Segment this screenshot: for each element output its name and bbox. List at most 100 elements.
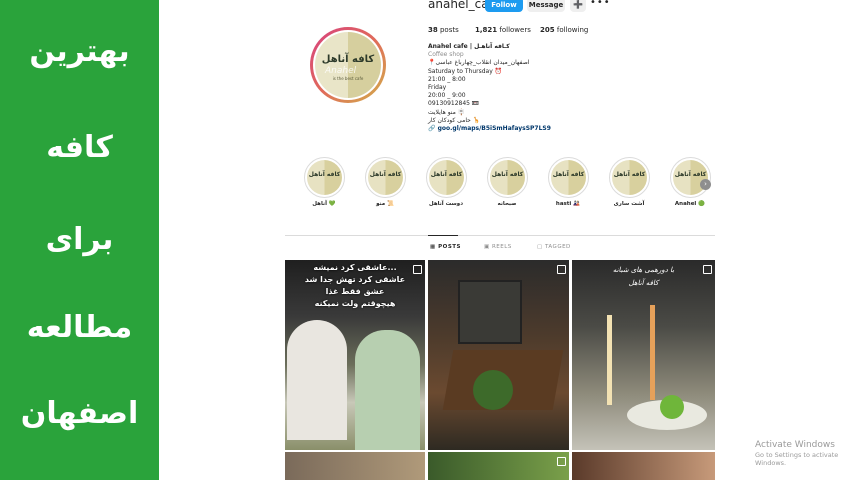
post-tile[interactable]	[285, 452, 425, 480]
follow-button[interactable]: Follow	[485, 0, 523, 12]
following-stat[interactable]: 205 following	[540, 26, 588, 34]
highlight-label: آناهل 💚	[312, 201, 336, 207]
highlight-thumb-text: کافه آناهل	[369, 171, 402, 178]
profile-bio: Anahel cafe | کـافه آناهـل Coffee shop 📍…	[428, 43, 648, 133]
avatar-logo-text: کافه آناهل	[321, 54, 375, 65]
caption-line: هیچوقتم ولت نمیکنه	[314, 299, 396, 308]
post-caption: با دورهمی های شبانه کافه آناهل	[572, 264, 715, 290]
followers-count: 1,821	[475, 26, 498, 34]
highlight-thumb: کافه آناهل	[307, 160, 342, 195]
title-word-3: برای	[45, 222, 114, 257]
post-tile[interactable]	[428, 260, 569, 450]
highlight-thumb-text: کافه آناهل	[491, 171, 524, 178]
post-apple-shape	[660, 395, 684, 419]
post-candle-shape	[650, 305, 655, 400]
highlights-next-icon[interactable]: ›	[700, 179, 711, 190]
highlight-item[interactable]: کافه آناهل	[609, 157, 650, 198]
bio-link[interactable]: 🔗 goo.gl/maps/B5iSmHafaysSP7LS9	[428, 125, 648, 133]
post-tile[interactable]	[572, 452, 715, 480]
highlight-item[interactable]: کافه آناهل	[548, 157, 589, 198]
avatar-image: کافه آناهل Anahel is the best cafe	[315, 32, 381, 98]
highlight-thumb-text: کافه آناهل	[552, 171, 585, 178]
post-figure	[287, 320, 347, 440]
bio-link-text: goo.gl/maps/B5iSmHafaysSP7LS9	[437, 125, 551, 133]
highlight-label: آشت ساری	[613, 201, 645, 207]
tab-reels[interactable]: ▣ REELS	[484, 244, 512, 250]
highlight-thumb: کافه آناهل	[551, 160, 586, 195]
bio-line: Friday	[428, 84, 447, 92]
activation-title: Activate Windows	[755, 440, 835, 450]
highlight-label: صبحانه	[497, 201, 517, 207]
post-caption: ...عاشقی کرد نمیشه عاشقی کرد تهش جدا شد …	[285, 262, 425, 310]
posts-stat[interactable]: 38 posts	[428, 26, 459, 34]
reel-icon	[557, 457, 566, 466]
title-word-2: کافه	[46, 130, 113, 165]
caption-line: کافه آناهل	[628, 279, 659, 287]
avatar-ring: کافه آناهل Anahel is the best cafe	[313, 30, 383, 100]
highlight-item[interactable]: کافه آناهل	[670, 157, 711, 198]
followers-label: followers	[499, 26, 531, 34]
caption-line: با دورهمی های شبانه	[612, 266, 675, 274]
add-user-button[interactable]: ➕	[570, 0, 586, 12]
tabs-divider	[285, 235, 715, 236]
post-shelf-shape	[458, 280, 522, 344]
highlight-thumb: کافه آناهل	[368, 160, 403, 195]
caption-line: عشق فقط غذا	[325, 287, 385, 296]
bio-line: 📍اصفهان_میدان انقلاب_چهارباغ عباسی	[428, 59, 530, 67]
tab-posts[interactable]: ▦ POSTS	[430, 244, 461, 250]
tagged-icon: ▢	[537, 244, 543, 250]
posts-label: posts	[439, 26, 459, 34]
followers-stat[interactable]: 1,821 followers	[475, 26, 531, 34]
bio-line: 21:00 _ 8:00	[428, 75, 466, 83]
bio-line: منو هایلایت 🪧	[428, 108, 466, 116]
highlight-item[interactable]: کافه آناهل	[365, 157, 406, 198]
more-options-icon[interactable]: •••	[590, 0, 611, 8]
avatar-sub-text: is the best cafe	[332, 76, 364, 81]
highlight-label: دوست آناهل	[428, 201, 464, 207]
post-tile[interactable]: با دورهمی های شبانه کافه آناهل	[572, 260, 715, 450]
title-word-4: مطالعه	[26, 310, 133, 345]
bio-name: Anahel cafe | کـافه آناهـل	[428, 43, 510, 50]
highlight-label: منو 📜	[376, 201, 394, 207]
bio-line: Saturday to Thursday ⏰	[428, 67, 503, 75]
posts-count: 38	[428, 26, 438, 34]
reel-icon	[413, 265, 422, 274]
grid-icon: ▦	[430, 244, 436, 250]
highlight-item[interactable]: کافه آناهل	[304, 157, 345, 198]
highlight-thumb: کافه آناهل	[490, 160, 525, 195]
post-figure	[355, 330, 420, 450]
tab-reels-label: REELS	[491, 244, 512, 250]
profile-avatar[interactable]: کافه آناهل Anahel is the best cafe	[310, 27, 386, 103]
following-label: following	[556, 26, 589, 34]
caption-line: عاشقی کرد تهش جدا شد	[304, 275, 406, 284]
active-tab-indicator	[428, 235, 458, 236]
left-title-panel: بهترین کافه برای مطالعه اصفهان	[0, 0, 159, 480]
post-plant-shape	[473, 370, 513, 410]
highlight-thumb-text: کافه آناهل	[430, 171, 463, 178]
highlight-thumb: کافه آناهل	[673, 160, 708, 195]
tab-tagged[interactable]: ▢ TAGGED	[537, 244, 571, 250]
activation-subtitle: Go to Settings to activate Windows.	[755, 451, 839, 467]
post-candle-shape	[607, 315, 612, 405]
highlight-thumb-text: کافه آناهل	[308, 171, 341, 178]
tab-posts-label: POSTS	[438, 244, 462, 250]
tab-tagged-label: TAGGED	[544, 244, 571, 250]
highlight-item[interactable]: کافه آناهل	[487, 157, 528, 198]
post-tile[interactable]	[428, 452, 569, 480]
highlight-thumb-text: کافه آناهل	[674, 171, 707, 178]
highlight-thumb: کافه آناهل	[612, 160, 647, 195]
title-word-5: اصفهان	[20, 396, 139, 431]
windows-activation-notice: Activate Windows Go to Settings to activ…	[755, 440, 853, 467]
message-button[interactable]: Message	[527, 0, 565, 12]
highlight-label: hasti 🎎	[555, 201, 581, 207]
highlight-item[interactable]: کافه آناهل	[426, 157, 467, 198]
post-tile[interactable]: ...عاشقی کرد نمیشه عاشقی کرد تهش جدا شد …	[285, 260, 425, 450]
add-user-icon: ➕	[573, 0, 583, 9]
title-word-1: بهترین	[29, 34, 130, 69]
highlight-thumb: کافه آناهل	[429, 160, 464, 195]
reel-icon	[557, 265, 566, 274]
avatar-script-text: Anahel	[325, 66, 357, 76]
highlight-label: Anahel 🟢	[674, 201, 706, 207]
bio-line: حامی کودکان کار 🦒	[428, 116, 481, 124]
reel-icon	[703, 265, 712, 274]
